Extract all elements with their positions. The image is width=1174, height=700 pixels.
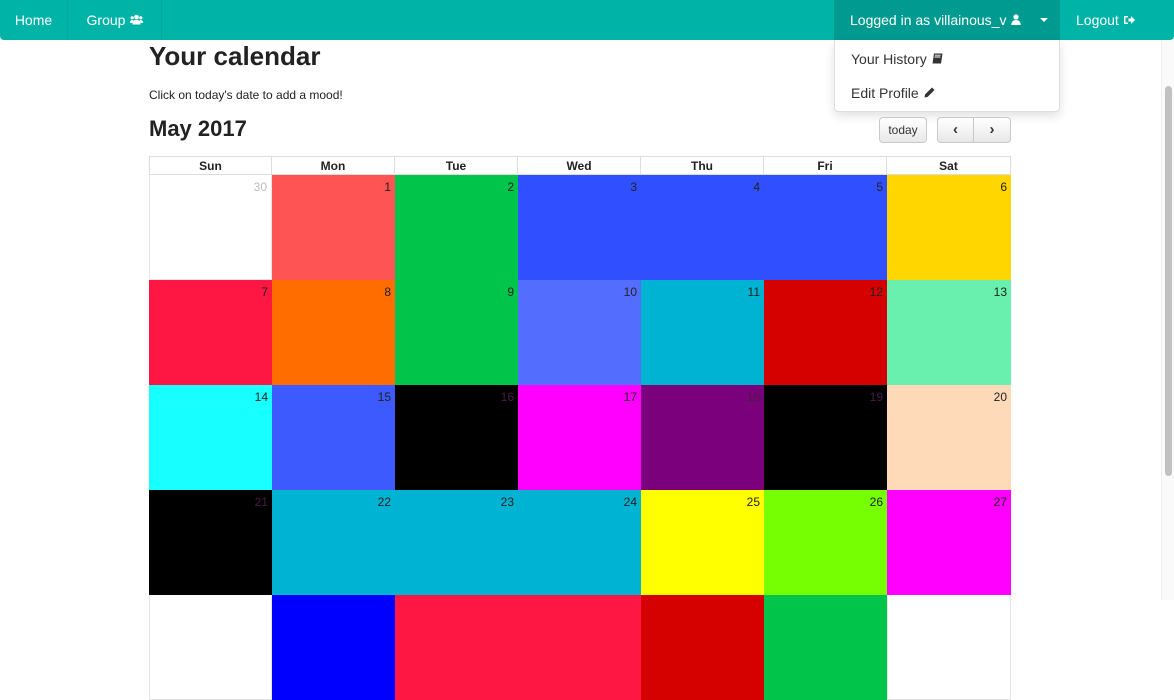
day-number: 6 bbox=[1000, 180, 1007, 194]
calendar-day-cell[interactable] bbox=[764, 595, 887, 700]
day-number: 17 bbox=[623, 390, 637, 404]
day-number: 19 bbox=[869, 390, 883, 404]
calendar-day-cell[interactable]: 10 bbox=[518, 280, 641, 385]
calendar-day-cell[interactable]: 16 bbox=[395, 385, 518, 490]
calendar-day-cell[interactable]: 8 bbox=[272, 280, 395, 385]
day-number: 1 bbox=[384, 180, 391, 194]
day-number: 11 bbox=[747, 285, 760, 299]
next-month-button[interactable]: › bbox=[973, 117, 1011, 143]
calendar-month-title: May 2017 bbox=[149, 116, 247, 141]
calendar-day-cell[interactable]: 4 bbox=[641, 175, 764, 280]
calendar-day-cell[interactable]: 1 bbox=[272, 175, 395, 280]
day-number: 10 bbox=[623, 285, 637, 299]
top-navbar: Home Group Logged in as villainous_v Log… bbox=[0, 0, 1174, 40]
page-title: Your calendar bbox=[149, 41, 321, 71]
day-number: 22 bbox=[377, 495, 391, 509]
weekday-header: Wed bbox=[518, 156, 641, 175]
calendar-day-cell[interactable]: 19 bbox=[764, 385, 887, 490]
calendar-day-cell[interactable]: 27 bbox=[887, 490, 1011, 595]
pencil-icon bbox=[924, 87, 935, 101]
user-menu-toggle[interactable]: Logged in as villainous_v bbox=[834, 0, 1060, 40]
weekday-header: Tue bbox=[395, 156, 518, 175]
menu-item-edit-profile[interactable]: Edit Profile bbox=[851, 85, 935, 101]
weekday-header: Thu bbox=[641, 156, 764, 175]
calendar-day-cell[interactable]: 30 bbox=[149, 175, 272, 280]
prev-month-button[interactable]: ‹ bbox=[937, 117, 974, 143]
day-number: 2 bbox=[507, 180, 514, 194]
day-number: 8 bbox=[384, 285, 391, 299]
day-number: 7 bbox=[261, 285, 268, 299]
day-number: 30 bbox=[253, 180, 267, 194]
menu-item-history-label: Your History bbox=[851, 51, 927, 67]
weekday-header: Sun bbox=[149, 156, 272, 175]
user-dropdown-menu: Your History Edit Profile bbox=[834, 40, 1060, 112]
calendar-day-cell[interactable]: 2 bbox=[395, 175, 518, 280]
calendar-day-cell[interactable]: 18 bbox=[641, 385, 764, 490]
scrollbar-thumb[interactable] bbox=[1165, 86, 1172, 476]
chevron-down-icon bbox=[1040, 18, 1048, 22]
menu-item-history[interactable]: Your History bbox=[851, 51, 943, 67]
calendar-day-cell[interactable] bbox=[887, 595, 1011, 700]
nav-home-link[interactable]: Home bbox=[0, 0, 68, 40]
day-number: 24 bbox=[623, 495, 637, 509]
calendar-day-cell[interactable]: 20 bbox=[887, 385, 1011, 490]
day-number: 4 bbox=[753, 180, 760, 194]
calendar-day-cell[interactable]: 23 bbox=[395, 490, 518, 595]
calendar-day-cell[interactable] bbox=[395, 595, 518, 700]
logout-link[interactable]: Logout bbox=[1062, 0, 1174, 40]
day-number: 5 bbox=[876, 180, 883, 194]
calendar-day-cell[interactable]: 9 bbox=[395, 280, 518, 385]
calendar-day-cell[interactable]: 11 bbox=[641, 280, 764, 385]
day-number: 23 bbox=[500, 495, 514, 509]
page-scrollbar[interactable] bbox=[1161, 40, 1174, 600]
day-number: 9 bbox=[507, 285, 514, 299]
book-icon bbox=[932, 53, 943, 67]
day-number: 16 bbox=[500, 390, 514, 404]
user-icon bbox=[1011, 1, 1022, 41]
calendar-day-cell[interactable]: 24 bbox=[518, 490, 641, 595]
day-number: 15 bbox=[377, 390, 391, 404]
day-number: 12 bbox=[869, 285, 883, 299]
calendar-day-cell[interactable]: 15 bbox=[272, 385, 395, 490]
weekday-header: Mon bbox=[272, 156, 395, 175]
nav-home-label: Home bbox=[14, 12, 53, 28]
day-number: 3 bbox=[630, 180, 637, 194]
calendar-day-cell[interactable]: 7 bbox=[149, 280, 272, 385]
calendar-day-cell[interactable]: 17 bbox=[518, 385, 641, 490]
weekday-header: Fri bbox=[764, 156, 887, 175]
instructions-text: Click on today's date to add a mood! bbox=[149, 88, 343, 102]
nav-group-label: Group bbox=[86, 12, 126, 28]
day-number: 18 bbox=[746, 390, 760, 404]
day-number: 25 bbox=[746, 495, 760, 509]
calendar-day-cell[interactable]: 6 bbox=[887, 175, 1011, 280]
calendar-day-cell[interactable]: 5 bbox=[764, 175, 887, 280]
calendar-day-cell[interactable]: 25 bbox=[641, 490, 764, 595]
weekday-header: Sat bbox=[887, 156, 1011, 175]
day-number: 26 bbox=[869, 495, 883, 509]
day-number: 13 bbox=[993, 285, 1007, 299]
calendar-day-cell[interactable]: 14 bbox=[149, 385, 272, 490]
calendar-grid: Sun Mon Tue Wed Thu Fri Sat 30 1 2 3 4 5 6 7 8 9 10 11 12 13… bbox=[149, 156, 1011, 700]
sign-out-icon bbox=[1123, 1, 1135, 41]
calendar-day-cell[interactable]: 22 bbox=[272, 490, 395, 595]
calendar-day-cell[interactable] bbox=[641, 595, 764, 700]
users-icon bbox=[130, 1, 144, 41]
calendar-day-cell[interactable]: 12 bbox=[764, 280, 887, 385]
menu-item-edit-profile-label: Edit Profile bbox=[851, 85, 919, 101]
calendar-day-cell[interactable] bbox=[272, 595, 395, 700]
today-button[interactable]: today bbox=[879, 117, 927, 143]
calendar-day-cell[interactable]: 21 bbox=[149, 490, 272, 595]
calendar-day-cell[interactable]: 13 bbox=[887, 280, 1011, 385]
user-menu-label: Logged in as villainous_v bbox=[850, 12, 1007, 28]
calendar-day-cell[interactable]: 3 bbox=[518, 175, 641, 280]
calendar-day-cell[interactable] bbox=[149, 595, 272, 700]
day-number: 20 bbox=[993, 390, 1007, 404]
logout-label: Logout bbox=[1076, 12, 1119, 28]
day-number: 21 bbox=[254, 495, 268, 509]
day-number: 27 bbox=[993, 495, 1007, 509]
calendar-day-cell[interactable]: 26 bbox=[764, 490, 887, 595]
day-number: 14 bbox=[254, 390, 268, 404]
nav-group-link[interactable]: Group bbox=[69, 0, 162, 40]
calendar-day-cell[interactable] bbox=[518, 595, 641, 700]
